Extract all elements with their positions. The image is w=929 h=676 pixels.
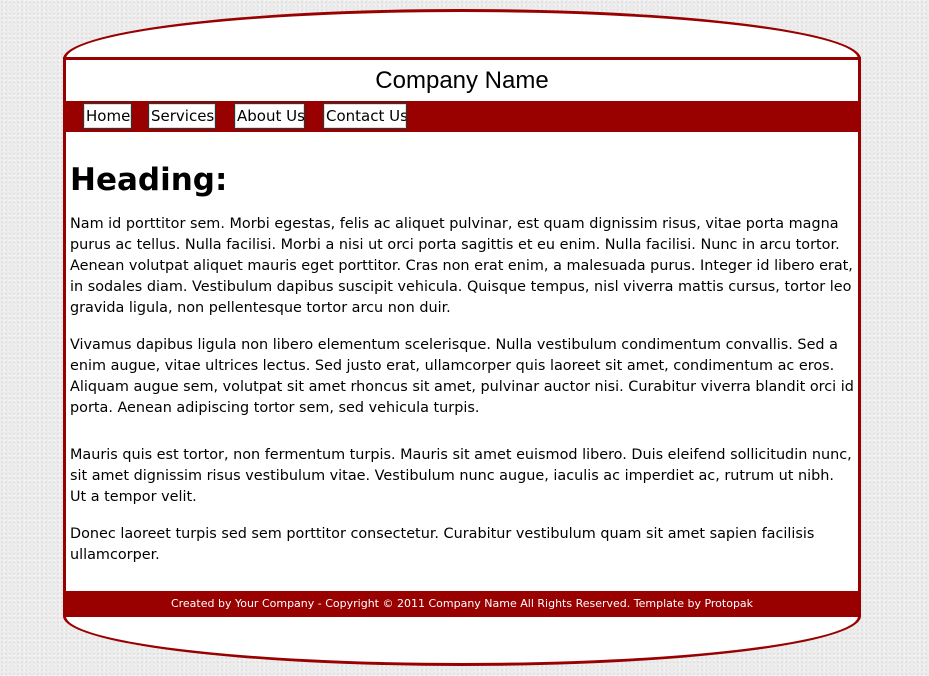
paragraph: Mauris quis est tortor, non fermentum tu…: [70, 447, 852, 505]
page-container: Company Name Home Services About Us Cont…: [63, 57, 861, 617]
paragraph: Vivamus dapibus ligula non libero elemen…: [70, 337, 854, 416]
main-content: Heading: Nam id porttitor sem. Morbi ege…: [70, 163, 854, 582]
footer-bar: Created by Your Company - Copyright © 20…: [66, 591, 858, 617]
page-heading: Heading:: [70, 162, 228, 198]
paragraph: Donec laoreet turpis sed sem porttitor c…: [70, 526, 815, 563]
nav-bar: Home Services About Us Contact Us: [66, 101, 858, 132]
paragraph: Nam id porttitor sem. Morbi egestas, fel…: [70, 216, 853, 316]
nav-item-about-us[interactable]: About Us: [234, 103, 305, 129]
footer-copyright-text: Created by Your Company - Copyright © 20…: [170, 597, 754, 610]
company-name: Company Name: [375, 67, 549, 94]
nav-item-home[interactable]: Home: [83, 103, 132, 129]
nav-item-services[interactable]: Services: [148, 103, 216, 129]
nav-item-contact-us[interactable]: Contact Us: [323, 103, 408, 129]
